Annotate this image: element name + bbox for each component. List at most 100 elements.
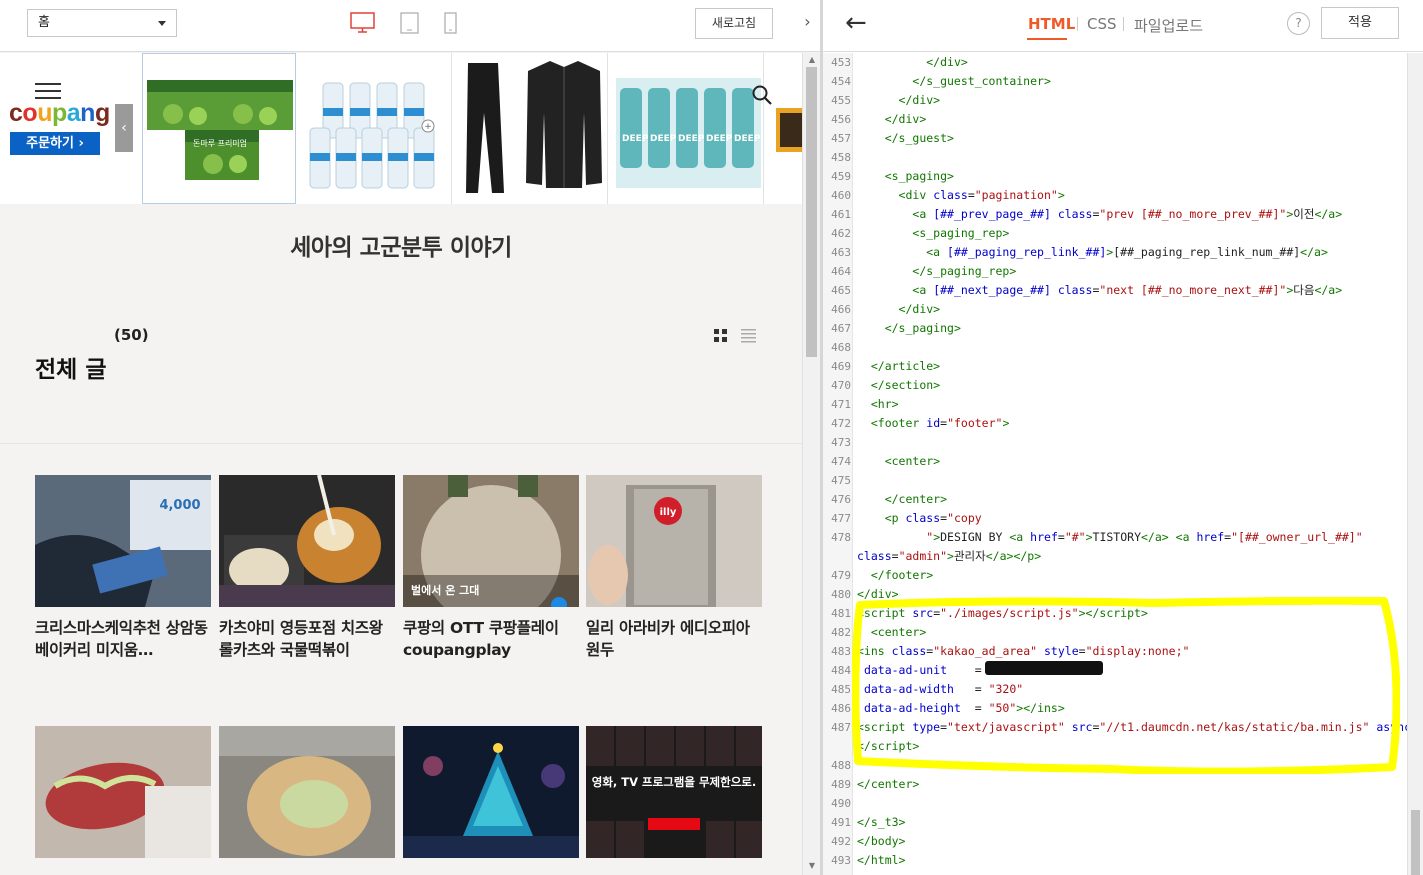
- tab-css[interactable]: CSS: [1087, 15, 1117, 33]
- post-card[interactable]: 카츠야미 영등포점 치즈왕롤카츠와 국물떡볶이: [219, 475, 395, 661]
- post-title[interactable]: 쿠팡의 OTT 쿠팡플레이 coupangplay: [403, 617, 579, 661]
- code-line[interactable]: 485 data-ad-width = "320": [823, 680, 1407, 699]
- post-thumbnail[interactable]: [35, 726, 211, 858]
- code-line[interactable]: 478 ">DESIGN BY <a href="#">TISTORY</a> …: [823, 528, 1407, 547]
- code-line[interactable]: 475: [823, 471, 1407, 490]
- code-line[interactable]: 482 <center>: [823, 623, 1407, 642]
- code-line[interactable]: 476 </center>: [823, 490, 1407, 509]
- post-thumbnail[interactable]: 영화, TV 프로그램을 무제한으로.: [586, 726, 762, 858]
- code-line[interactable]: 460 <div class="pagination">: [823, 186, 1407, 205]
- post-thumbnail[interactable]: [219, 475, 395, 607]
- code-line[interactable]: 491 </s_t3>: [823, 813, 1407, 832]
- code-line[interactable]: 473: [823, 433, 1407, 452]
- code-editor[interactable]: 453 </div> 454 </s_guest_container> 455 </…: [823, 53, 1407, 875]
- code-line[interactable]: 484 data-ad-unit =: [823, 661, 1407, 680]
- code-line[interactable]: 454 </s_guest_container>: [823, 72, 1407, 91]
- code-line[interactable]: 471 <hr>: [823, 395, 1407, 414]
- code-line[interactable]: 489 </center>: [823, 775, 1407, 794]
- code-line[interactable]: 468: [823, 338, 1407, 357]
- post-thumbnail[interactable]: illy: [586, 475, 762, 607]
- code-line[interactable]: 464 </s_paging_rep>: [823, 262, 1407, 281]
- coupang-ad-banner[interactable]: coupang 주문하기 › ‹ 돈마루 프리미엄 + DEEP DEEP DE…: [0, 53, 802, 204]
- code-line[interactable]: 469 </article>: [823, 357, 1407, 376]
- order-button[interactable]: 주문하기 ›: [10, 132, 100, 155]
- search-icon[interactable]: [752, 85, 772, 105]
- code-line[interactable]: 480 </div>: [823, 585, 1407, 604]
- list-view-icon[interactable]: [741, 329, 757, 343]
- carousel-prev-button[interactable]: ‹: [115, 104, 133, 152]
- code-line[interactable]: 461 <a [##_prev_page_##] class="prev [##…: [823, 205, 1407, 224]
- code-line[interactable]: 456 </div>: [823, 110, 1407, 129]
- code-line[interactable]: 493 </html>: [823, 851, 1407, 870]
- post-title[interactable]: 일리 아라비카 에디오피아 원두: [586, 617, 762, 661]
- post-thumbnail[interactable]: [403, 726, 579, 858]
- code-line[interactable]: 483 <ins class="kakao_ad_area" style="dis…: [823, 642, 1407, 661]
- code-line[interactable]: 488: [823, 756, 1407, 775]
- code-pane: ← HTML CSS 파일업로드 ? 적용 453 </div> 454 </s_…: [823, 0, 1423, 875]
- apply-button[interactable]: 적용: [1321, 7, 1399, 39]
- tab-html[interactable]: HTML: [1028, 15, 1075, 33]
- post-title[interactable]: 크리스마스케익추천 상암동베이커리 미지움…: [35, 617, 211, 661]
- code-line[interactable]: 490: [823, 794, 1407, 813]
- code-line[interactable]: </script>: [823, 737, 1407, 756]
- desktop-icon[interactable]: [350, 12, 376, 34]
- code-line[interactable]: 479 </footer>: [823, 566, 1407, 585]
- page-select[interactable]: 홈: [27, 9, 177, 37]
- code-line[interactable]: 474 <center>: [823, 452, 1407, 471]
- code-line[interactable]: 470 </section>: [823, 376, 1407, 395]
- product-item[interactable]: +: [298, 53, 452, 204]
- code-line[interactable]: 465 <a [##_next_page_##] class="next [##…: [823, 281, 1407, 300]
- code-line[interactable]: 481 <script src="./images/script.js"></sc…: [823, 604, 1407, 623]
- product-item[interactable]: 돈마루 프리미엄: [142, 53, 296, 204]
- preview-scrollbar[interactable]: ▲ ▼: [802, 53, 820, 875]
- product-image: [776, 108, 802, 152]
- code-line[interactable]: 453 </div>: [823, 53, 1407, 72]
- code-line[interactable]: 487 <script type="text/javascript" src="/…: [823, 718, 1407, 737]
- blog-title[interactable]: 세아의 고군분투 이야기: [0, 228, 802, 262]
- tab-file-upload[interactable]: 파일업로드: [1134, 15, 1203, 36]
- code-line[interactable]: 463 <a [##_paging_rep_link_##]>[##_pagin…: [823, 243, 1407, 262]
- tablet-icon[interactable]: [400, 12, 420, 34]
- code-line[interactable]: class="admin">관리자</a></p>: [823, 547, 1407, 566]
- code-line[interactable]: 477 <p class="copy: [823, 509, 1407, 528]
- refresh-button[interactable]: 새로고침: [695, 8, 773, 39]
- code-line[interactable]: 462 <s_paging_rep>: [823, 224, 1407, 243]
- post-card[interactable]: [35, 726, 211, 868]
- scroll-down-icon[interactable]: ▼: [803, 861, 820, 870]
- product-item[interactable]: [766, 53, 802, 204]
- post-thumbnail[interactable]: [219, 726, 395, 858]
- code-line[interactable]: 492 </body>: [823, 832, 1407, 851]
- coupang-logo[interactable]: coupang 주문하기 ›: [0, 53, 114, 204]
- post-card[interactable]: 4,000 크리스마스케익추천 상암동베이커리 미지움…: [35, 475, 211, 661]
- post-card[interactable]: [219, 726, 395, 868]
- code-line[interactable]: 466 </div>: [823, 300, 1407, 319]
- code-line[interactable]: 472 <footer id="footer">: [823, 414, 1407, 433]
- scroll-thumb[interactable]: [1411, 810, 1420, 875]
- back-arrow-icon[interactable]: ←: [845, 8, 867, 38]
- code-text: <s_paging_rep>: [912, 226, 1010, 240]
- post-card[interactable]: illy 일리 아라비카 에디오피아 원두: [586, 475, 762, 661]
- code-line[interactable]: 458: [823, 148, 1407, 167]
- scroll-up-icon[interactable]: ▲: [803, 55, 820, 64]
- code-line[interactable]: 486 data-ad-height = "50"></ins>: [823, 699, 1407, 718]
- code-line[interactable]: 457 </s_guest>: [823, 129, 1407, 148]
- help-icon[interactable]: ?: [1287, 12, 1310, 35]
- code-line[interactable]: 467 </s_paging>: [823, 319, 1407, 338]
- post-title[interactable]: 카츠야미 영등포점 치즈왕롤카츠와 국물떡볶이: [219, 617, 395, 661]
- thumb-text: 영화, TV 프로그램을 무제한으로.: [592, 775, 756, 789]
- scroll-thumb[interactable]: [806, 67, 817, 357]
- code-line[interactable]: 459 <s_paging>: [823, 167, 1407, 186]
- post-card[interactable]: [403, 726, 579, 868]
- editor-scrollbar[interactable]: [1407, 53, 1423, 875]
- post-card[interactable]: 벌에서 온 그대 쿠팡의 OTT 쿠팡플레이 coupangplay: [403, 475, 579, 661]
- grid-view-icon[interactable]: [714, 329, 728, 343]
- code-line[interactable]: 455 </div>: [823, 91, 1407, 110]
- collapse-pane-button[interactable]: ›: [795, 0, 820, 44]
- mobile-icon[interactable]: [444, 12, 458, 34]
- post-thumbnail[interactable]: 벌에서 온 그대: [403, 475, 579, 607]
- post-card[interactable]: 영화, TV 프로그램을 무제한으로.: [586, 726, 762, 868]
- line-number: 456: [831, 113, 851, 126]
- product-item[interactable]: [454, 53, 608, 204]
- product-item[interactable]: DEEP DEEP DEEP DEEP DEEP: [610, 53, 764, 204]
- post-thumbnail[interactable]: 4,000: [35, 475, 211, 607]
